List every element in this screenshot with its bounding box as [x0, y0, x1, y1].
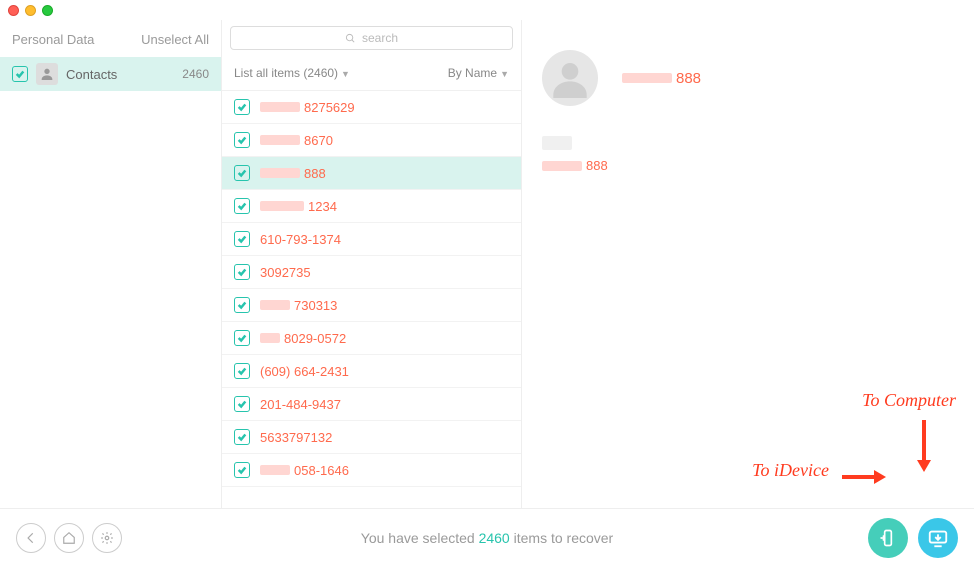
detail-contact-name: 888 — [622, 70, 701, 87]
contact-checkbox[interactable] — [234, 264, 250, 280]
search-input[interactable]: search — [230, 26, 513, 50]
contact-row[interactable]: (609) 664-2431 — [222, 355, 521, 388]
contact-row[interactable]: 1234 — [222, 190, 521, 223]
contact-row[interactable]: 058-1646 — [222, 454, 521, 487]
search-placeholder: search — [362, 31, 398, 45]
contact-row[interactable]: 3092735 — [222, 256, 521, 289]
contact-row[interactable]: 888 — [222, 157, 521, 190]
contact-name: 8275629 — [260, 100, 355, 115]
contact-checkbox[interactable] — [234, 297, 250, 313]
contact-checkbox[interactable] — [234, 165, 250, 181]
contact-checkbox[interactable] — [234, 198, 250, 214]
footer-bar: You have selected 2460 items to recover — [0, 508, 974, 566]
contact-name: 058-1646 — [260, 463, 349, 478]
recover-to-idevice-button[interactable] — [868, 518, 908, 558]
contact-checkbox[interactable] — [234, 363, 250, 379]
unselect-all-link[interactable]: Unselect All — [141, 32, 209, 47]
sidebar-heading: Personal Data — [12, 32, 94, 47]
settings-button[interactable] — [92, 523, 122, 553]
contact-name: 8670 — [260, 133, 333, 148]
contact-name: 1234 — [260, 199, 337, 214]
annotation-to-idevice: To iDevice — [752, 460, 829, 481]
category-label: Contacts — [66, 67, 174, 82]
contact-name: 3092735 — [260, 265, 311, 280]
maximize-window-button[interactable] — [42, 5, 53, 16]
sidebar-item-contacts[interactable]: Contacts 2460 — [0, 57, 221, 91]
sidebar: Personal Data Unselect All Contacts 2460 — [0, 20, 222, 508]
detail-phone-value: 888 — [542, 158, 954, 173]
contact-checkbox[interactable] — [234, 429, 250, 445]
category-checkbox[interactable] — [12, 66, 28, 82]
contact-name: 610-793-1374 — [260, 232, 341, 247]
contact-row[interactable]: 5633797132 — [222, 421, 521, 454]
contact-row[interactable]: 610-793-1374 — [222, 223, 521, 256]
back-button[interactable] — [16, 523, 46, 553]
contact-checkbox[interactable] — [234, 132, 250, 148]
contact-checkbox[interactable] — [234, 330, 250, 346]
contact-name: 888 — [260, 166, 326, 181]
contact-list-column: search List all items (2460)▼ By Name▼ 8… — [222, 20, 522, 508]
home-button[interactable] — [54, 523, 84, 553]
contact-name: (609) 664-2431 — [260, 364, 349, 379]
contact-row[interactable]: 201-484-9437 — [222, 388, 521, 421]
recover-to-computer-button[interactable] — [918, 518, 958, 558]
contact-detail-pane: 888 888 To Computer To iDevice — [522, 20, 974, 508]
contact-row[interactable]: 8670 — [222, 124, 521, 157]
arrow-to-idevice-icon — [840, 468, 888, 486]
contact-name: 8029-0572 — [260, 331, 346, 346]
contact-row[interactable]: 730313 — [222, 289, 521, 322]
contact-checkbox[interactable] — [234, 99, 250, 115]
contact-checkbox[interactable] — [234, 462, 250, 478]
close-window-button[interactable] — [8, 5, 19, 16]
contact-name: 201-484-9437 — [260, 397, 341, 412]
arrow-to-computer-icon — [914, 418, 934, 474]
contact-checkbox[interactable] — [234, 231, 250, 247]
contact-row[interactable]: 8029-0572 — [222, 322, 521, 355]
annotation-to-computer: To Computer — [862, 390, 956, 411]
phone-field-label — [542, 136, 572, 150]
contact-checkbox[interactable] — [234, 396, 250, 412]
list-filter-dropdown[interactable]: List all items (2460)▼ — [234, 66, 350, 80]
contact-name: 5633797132 — [260, 430, 332, 445]
minimize-window-button[interactable] — [25, 5, 36, 16]
window-titlebar — [0, 0, 974, 20]
contact-row[interactable]: 8275629 — [222, 91, 521, 124]
selection-summary: You have selected 2460 items to recover — [0, 530, 974, 546]
contacts-icon — [36, 63, 58, 85]
category-count: 2460 — [182, 67, 209, 81]
contact-name: 730313 — [260, 298, 337, 313]
sort-dropdown[interactable]: By Name▼ — [448, 66, 509, 80]
avatar — [542, 50, 598, 106]
